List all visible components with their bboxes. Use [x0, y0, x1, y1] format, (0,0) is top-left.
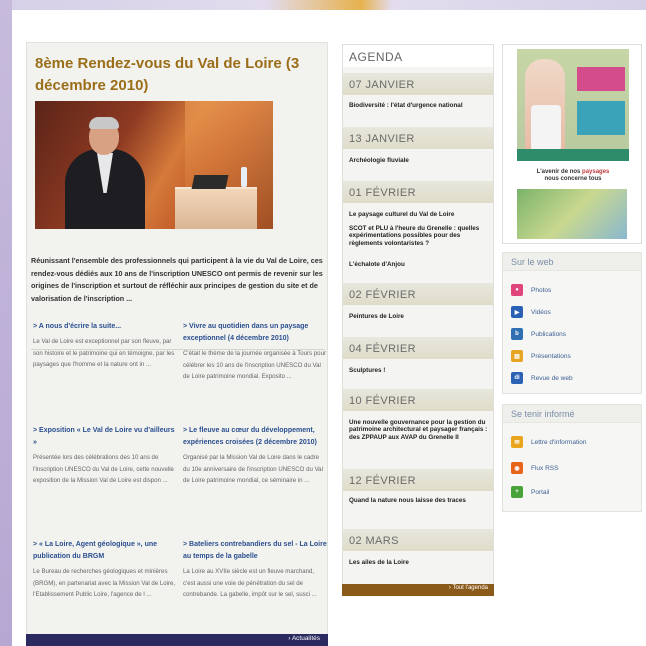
se-tenir-informe-panel: Se tenir informé ✉ Lettre d'information … — [502, 404, 642, 512]
agenda-title: AGENDA — [343, 45, 493, 67]
news-title[interactable]: > Bateliers contrebandiers du sel - La L… — [183, 539, 327, 563]
news-summary: Organisé par la Mission Val de Loire dan… — [183, 454, 323, 484]
caption-prefix: L'avenir de nos — [536, 169, 581, 175]
agenda-date: 02 FÉVRIER — [343, 283, 493, 305]
podium — [175, 187, 257, 229]
rss-icon: ◉ — [511, 462, 523, 474]
agenda-event[interactable]: Biodiversité : l'état d'urgence national — [349, 102, 491, 109]
agenda-date: 02 MARS — [343, 529, 493, 551]
newsletter-icon: ✉ — [511, 436, 523, 448]
agenda-event[interactable]: Le paysage culturel du Val de Loire — [349, 211, 491, 218]
news-item: > Exposition « Le Val de Loire vu d'aill… — [33, 425, 177, 487]
agenda-date: 04 FÉVRIER — [343, 337, 493, 359]
news-summary: Le Bureau de recherches géologiques et m… — [33, 568, 176, 598]
web-link-publications[interactable]: b Publications — [511, 327, 639, 341]
news-item: > Le fleuve au cœur du développement, ex… — [183, 425, 327, 487]
agenda-event[interactable]: SCOT et PLU à l'heure du Grenelle : quel… — [349, 225, 491, 247]
web-link-label: Photos — [531, 286, 552, 294]
actualites-link[interactable]: › Actualités — [288, 635, 320, 642]
info-link-label: Flux RSS — [531, 464, 559, 472]
caption-line2: nous concerne tous — [544, 176, 602, 182]
info-link-label: Portail — [531, 488, 550, 496]
news-item: > A nous d'écrire la suite... Le Val de … — [33, 321, 177, 371]
agenda-event[interactable]: Archéologie fluviale — [349, 157, 491, 164]
web-link-label: Publications — [531, 330, 567, 338]
news-item: > « La Loire, Agent géologique », une pu… — [33, 539, 177, 601]
web-link-label: Vidéos — [531, 308, 551, 316]
portal-icon: + — [511, 486, 523, 498]
web-link-label: Revue de web — [531, 374, 573, 382]
poster-pink-block — [577, 67, 625, 91]
info-link-rss[interactable]: ◉ Flux RSS — [511, 461, 639, 475]
agenda-panel: AGENDA 07 JANVIER Biodiversité : l'état … — [342, 44, 494, 596]
headline-title[interactable]: 8ème Rendez-vous du Val de Loire (3 déce… — [35, 53, 323, 97]
web-link-label: Présentations — [531, 352, 571, 360]
web-link-photos[interactable]: ● Photos — [511, 283, 639, 297]
agenda-event[interactable]: Une nouvelle gouvernance pour la gestion… — [349, 419, 491, 441]
se-tenir-informe-title: Se tenir informé — [503, 405, 641, 423]
agenda-event[interactable]: Quand la nature nous laisse des traces — [349, 497, 491, 504]
poster-logo-bar — [517, 149, 629, 161]
web-link-presentations[interactable]: ▤ Présentations — [511, 349, 639, 363]
top-banner-strip — [12, 0, 646, 10]
news-title[interactable]: > Vivre au quotidien dans un paysage exc… — [183, 321, 327, 345]
promo-landscape-map — [517, 189, 627, 239]
publications-icon: b — [511, 328, 523, 340]
news-summary: Présentée lors des célébrations des 10 a… — [33, 454, 174, 484]
promo-caption: L'avenir de nos paysages nous concerne t… — [511, 169, 635, 183]
web-link-videos[interactable]: ▶ Vidéos — [511, 305, 639, 319]
agenda-event[interactable]: Sculptures ! — [349, 367, 491, 374]
news-title[interactable]: > Exposition « Le Val de Loire vu d'aill… — [33, 425, 177, 449]
water-bottle — [241, 167, 247, 187]
presentations-icon: ▤ — [511, 350, 523, 362]
agenda-footer-bar: › Tout l'agenda — [342, 584, 494, 596]
speaker-hair — [89, 117, 119, 129]
news-title[interactable]: > A nous d'écrire la suite... — [33, 321, 177, 333]
agenda-date: 12 FÉVRIER — [343, 469, 493, 491]
agenda-date: 13 JANVIER — [343, 127, 493, 149]
agenda-event[interactable]: Peintures de Loire — [349, 313, 491, 320]
news-title[interactable]: > « La Loire, Agent géologique », une pu… — [33, 539, 177, 563]
poster-dress — [531, 105, 561, 151]
agenda-event[interactable]: L'échalote d'Anjou — [349, 261, 491, 268]
news-title[interactable]: > Le fleuve au cœur du développement, ex… — [183, 425, 327, 449]
news-summary: Le Val de Loire est exceptionnel par son… — [33, 338, 175, 368]
news-summary: C'était le thème de la journée organisée… — [183, 350, 326, 380]
agenda-date: 07 JANVIER — [343, 73, 493, 95]
left-border — [0, 0, 12, 646]
videos-icon: ▶ — [511, 306, 523, 318]
headline-photo[interactable] — [35, 101, 273, 229]
info-link-label: Lettre d'information — [531, 438, 587, 446]
actualites-footer-bar: › Actualités — [26, 634, 328, 646]
agenda-all-link[interactable]: › Tout l'agenda — [449, 585, 488, 591]
headline-intro: Réunissant l'ensemble des professionnels… — [31, 256, 323, 303]
main-news-panel: 8ème Rendez-vous du Val de Loire (3 déce… — [26, 42, 328, 646]
web-link-revue[interactable]: di Revue de web — [511, 371, 639, 385]
info-link-portal[interactable]: + Portail — [511, 485, 639, 499]
photos-icon: ● — [511, 284, 523, 296]
sur-le-web-title: Sur le web — [503, 253, 641, 271]
agenda-date: 01 FÉVRIER — [343, 181, 493, 203]
info-link-newsletter[interactable]: ✉ Lettre d'information — [511, 435, 639, 449]
news-item: > Bateliers contrebandiers du sel - La L… — [183, 539, 327, 601]
unesco-promo-banner[interactable]: L'avenir de nos paysages nous concerne t… — [502, 44, 642, 244]
news-item: > Vivre au quotidien dans un paysage exc… — [183, 321, 327, 383]
laptop — [191, 175, 229, 189]
agenda-event[interactable]: Les ailes de la Loire — [349, 559, 491, 566]
caption-highlight: paysages — [582, 169, 610, 175]
promo-poster — [517, 49, 629, 159]
revue-web-icon: di — [511, 372, 523, 384]
sur-le-web-panel: Sur le web ● Photos ▶ Vidéos b Publicati… — [502, 252, 642, 394]
news-summary: La Loire au XVIIe siècle est un fleuve m… — [183, 568, 317, 598]
agenda-date: 10 FÉVRIER — [343, 389, 493, 411]
poster-teal-block — [577, 101, 625, 135]
